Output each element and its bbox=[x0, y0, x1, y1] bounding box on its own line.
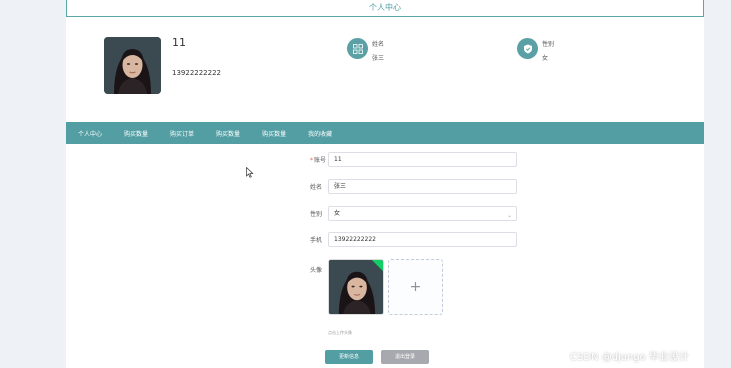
watermark: CSDN @django 毕业设计 bbox=[570, 352, 689, 363]
shield-icon bbox=[517, 38, 538, 59]
person-photo-icon bbox=[329, 260, 383, 314]
avatar bbox=[104, 37, 161, 94]
profile-page: 个人中心 11 13922222222 姓名 张三 性别 女 个人中心 购买数量… bbox=[66, 0, 704, 368]
gender-value: 女 bbox=[542, 55, 549, 62]
grid-icon bbox=[347, 38, 368, 59]
name-field[interactable]: 张三 bbox=[328, 179, 517, 194]
page-title: 个人中心 bbox=[66, 0, 704, 17]
account-label: *账号 bbox=[310, 157, 327, 164]
chevron-down-icon: ⌄ bbox=[506, 212, 512, 219]
uploaded-avatar[interactable] bbox=[328, 259, 384, 315]
mouse-cursor-icon bbox=[246, 167, 254, 178]
name-value: 张三 bbox=[372, 55, 385, 62]
upload-add-button[interactable]: + bbox=[388, 259, 443, 315]
name-field-label: 姓名 bbox=[310, 184, 323, 191]
gender-select-value: 女 bbox=[334, 210, 341, 217]
logout-button[interactable]: 退出登录 bbox=[381, 350, 429, 364]
update-info-button[interactable]: 更新信息 bbox=[325, 350, 373, 364]
account-field[interactable]: 11 bbox=[328, 152, 517, 167]
phone-field[interactable]: 13922222222 bbox=[328, 232, 517, 247]
nav-item-purchase-orders[interactable]: 购买订单 bbox=[170, 129, 194, 138]
avatar-field-label: 头像 bbox=[310, 267, 323, 274]
nav-item-profile[interactable]: 个人中心 bbox=[78, 129, 102, 138]
profile-phone: 13922222222 bbox=[172, 69, 221, 77]
profile-account: 11 bbox=[172, 36, 186, 49]
nav-item-purchase-quantity-3[interactable]: 购买数量 bbox=[262, 129, 286, 138]
person-photo-icon bbox=[104, 37, 161, 94]
gender-select[interactable]: 女 ⌄ bbox=[328, 206, 517, 221]
nav-item-favorites[interactable]: 我的收藏 bbox=[308, 129, 332, 138]
plus-icon: + bbox=[409, 279, 422, 295]
name-label: 姓名 bbox=[372, 41, 385, 48]
profile-nav: 个人中心 购买数量 购买订单 购买数量 购买数量 我的收藏 bbox=[66, 122, 704, 144]
upload-tip: 点击上传头像 bbox=[328, 330, 352, 335]
gender-field-label: 性别 bbox=[310, 211, 323, 218]
nav-item-purchase-quantity[interactable]: 购买数量 bbox=[124, 129, 148, 138]
gender-label: 性别 bbox=[542, 41, 555, 48]
phone-field-label: 手机 bbox=[310, 237, 323, 244]
nav-item-purchase-quantity-2[interactable]: 购买数量 bbox=[216, 129, 240, 138]
